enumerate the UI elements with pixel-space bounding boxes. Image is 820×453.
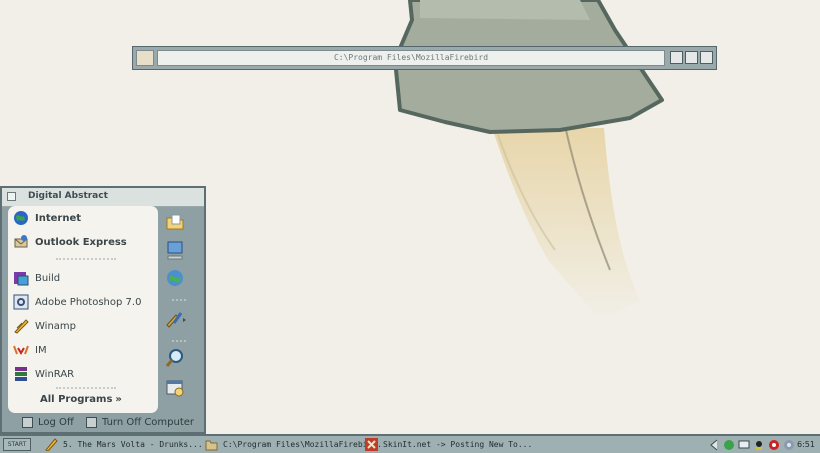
menu-item-winrar[interactable]: WinRAR xyxy=(12,363,74,385)
my-computer-icon[interactable] xyxy=(164,239,186,261)
im-icon xyxy=(12,342,29,359)
minimize-button[interactable] xyxy=(670,51,683,64)
chevron-left-icon[interactable] xyxy=(708,439,720,451)
menu-item-im[interactable]: IM xyxy=(12,339,47,361)
programs-panel: Internet Outlook Express Build Adobe Pho… xyxy=(8,206,158,413)
taskbar-item-winamp[interactable]: 5. The Mars Volta - Drunks... xyxy=(45,437,203,452)
taskbar-item-folder[interactable]: C:\Program Files\MozillaFirebi... xyxy=(205,437,382,452)
turn-off-button[interactable]: Turn Off Computer xyxy=(86,417,194,428)
taskbar-item-label: C:\Program Files\MozillaFirebi... xyxy=(223,440,382,449)
network-icon[interactable] xyxy=(164,267,186,289)
menu-item-label: Build xyxy=(35,272,61,284)
log-off-icon xyxy=(22,417,33,428)
menu-item-winamp[interactable]: Winamp xyxy=(12,315,76,337)
close-button[interactable] xyxy=(700,51,713,64)
winrar-icon xyxy=(12,366,29,383)
aim-icon[interactable] xyxy=(753,439,765,451)
browser-icon xyxy=(365,438,378,451)
taskbar-item-label: SkinIt.net -> Posting New To... xyxy=(383,440,533,449)
power-icon xyxy=(86,417,97,428)
menu-item-internet[interactable]: Internet xyxy=(12,207,81,229)
menu-item-build[interactable]: Build xyxy=(12,267,60,289)
antivirus-icon[interactable] xyxy=(768,439,780,451)
winamp-icon xyxy=(12,318,29,335)
start-button[interactable]: START xyxy=(3,438,31,451)
menu-item-label: Outlook Express xyxy=(35,236,127,248)
control-panel-icon[interactable] xyxy=(164,308,186,330)
address-path-field[interactable]: C:\Program Files\MozillaFirebird xyxy=(157,50,665,66)
taskbar-item-browser[interactable]: SkinIt.net -> Posting New To... xyxy=(365,437,532,452)
log-off-button[interactable]: Log Off xyxy=(22,417,74,428)
globe-icon xyxy=(12,210,29,227)
menu-item-label: Adobe Photoshop 7.0 xyxy=(35,296,142,308)
user-icon xyxy=(7,192,16,201)
all-programs-label: All Programs xyxy=(40,394,113,405)
log-off-label: Log Off xyxy=(38,417,74,428)
menu-item-label: Internet xyxy=(35,212,82,224)
menu-item-photoshop[interactable]: Adobe Photoshop 7.0 xyxy=(12,291,141,313)
menu-item-label: Winamp xyxy=(35,320,77,332)
volume-icon[interactable] xyxy=(783,439,795,451)
start-menu-header: Digital Abstract xyxy=(2,188,204,207)
messenger-icon[interactable] xyxy=(723,439,735,451)
menu-item-label: WinRAR xyxy=(35,368,75,380)
system-tray xyxy=(708,437,798,452)
menu-item-outlook-express[interactable]: Outlook Express xyxy=(12,231,127,253)
clock[interactable]: 6:51 xyxy=(797,437,815,452)
menu-separator xyxy=(172,340,186,342)
maximize-button[interactable] xyxy=(685,51,698,64)
menu-item-label: IM xyxy=(35,344,47,356)
folder-icon[interactable] xyxy=(136,50,154,66)
build-icon xyxy=(12,270,29,287)
start-menu-footer: Log Off Turn Off Computer xyxy=(2,414,204,432)
double-chevron-right-icon: » xyxy=(115,394,122,405)
all-programs-button[interactable]: All Programs» xyxy=(40,394,122,405)
taskbar-item-label: 5. The Mars Volta - Drunks... xyxy=(63,440,203,449)
photoshop-icon xyxy=(12,294,29,311)
menu-separator xyxy=(56,387,116,389)
menu-separator xyxy=(172,299,186,301)
my-documents-icon[interactable] xyxy=(164,211,186,233)
start-menu: Digital Abstract Internet Outlook Expres… xyxy=(0,186,206,434)
menu-separator xyxy=(56,258,116,260)
outlook-express-icon xyxy=(12,234,29,251)
monitor-icon[interactable] xyxy=(738,439,750,451)
folder-icon xyxy=(205,440,218,451)
run-icon[interactable] xyxy=(164,377,186,399)
start-menu-title: Digital Abstract xyxy=(28,191,108,201)
explorer-address-window[interactable]: C:\Program Files\MozillaFirebird xyxy=(132,46,717,70)
winamp-icon xyxy=(45,438,58,451)
turn-off-label: Turn Off Computer xyxy=(102,417,195,428)
search-icon[interactable] xyxy=(164,347,186,369)
taskbar: START 5. The Mars Volta - Drunks... C:\P… xyxy=(0,434,820,453)
